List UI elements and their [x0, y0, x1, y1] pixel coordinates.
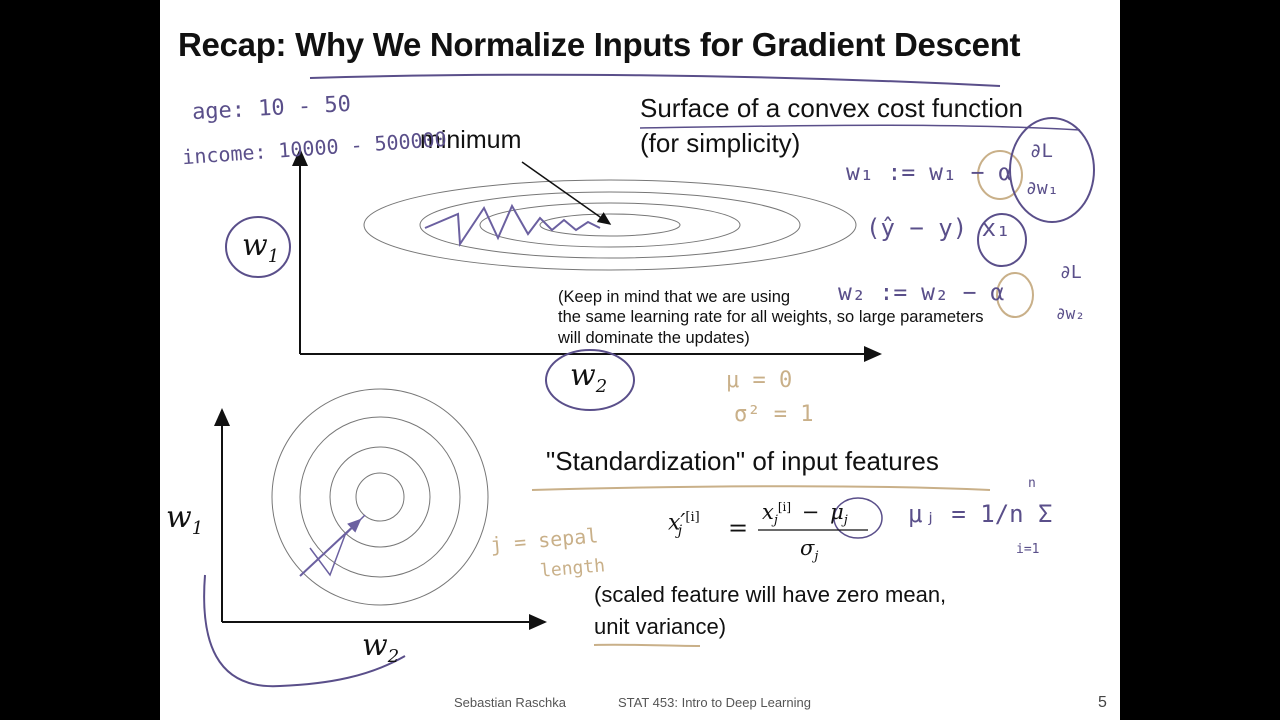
- bottom-y-axis-label: w1: [166, 500, 204, 539]
- formula-denominator: σj: [800, 536, 819, 565]
- hand-update-w1-num: ∂L: [1030, 140, 1053, 162]
- formula-lhs: x′[i]j: [668, 510, 700, 539]
- dL-circle: [1009, 117, 1095, 223]
- hand-sigma-one: σ² = 1: [734, 402, 814, 427]
- footer-author: Sebastian Raschka: [454, 695, 567, 710]
- zigzag-path-top: [424, 203, 601, 248]
- formula-numerator: xj[i] − μj: [762, 500, 848, 529]
- footer-course: STAT 453: Intro to Deep Learning: [618, 695, 811, 710]
- contour-ellipse-inner: [539, 213, 681, 237]
- contour-ellipse-2: [479, 202, 741, 248]
- standardization-heading: "Standardization" of input features: [546, 446, 939, 476]
- hand-update-w2-num: ∂L: [1060, 262, 1082, 283]
- hand-update-w1: w₁ := w₁ − α: [846, 160, 1013, 186]
- hand-update-w2: w₂ := w₂ − α: [838, 280, 1005, 306]
- hand-mu-zero: μ = 0: [726, 368, 793, 393]
- scaled-note-line2: unit variance): [594, 614, 727, 639]
- minimum-arrow: [521, 161, 612, 225]
- hand-mu-def: μⱼ = 1/n Σ: [908, 500, 1053, 528]
- surface-label-line2: (for simplicity): [640, 128, 801, 158]
- hand-update-mid: (ŷ − y) x₁: [866, 214, 1011, 242]
- contour-circle-2: [329, 446, 431, 548]
- surface-label-line1: Surface of a convex cost function: [640, 93, 1023, 123]
- top-y-axis-label: w1: [242, 228, 280, 267]
- contour-ellipse-outer: [363, 179, 857, 271]
- hand-update-w1-den: ∂w₁: [1026, 178, 1059, 199]
- note-line1: (Keep in mind that we are using: [558, 288, 791, 306]
- unit-variance-underline: [593, 643, 701, 647]
- hand-mu-def-bottom: i=1: [1016, 542, 1040, 557]
- note-line3: will dominate the updates): [558, 329, 750, 347]
- bottom-x-axis-label: w2: [362, 628, 400, 667]
- slide: Recap: Why We Normalize Inputs for Gradi…: [160, 0, 1120, 720]
- hand-mu-def-top: n: [1028, 476, 1036, 491]
- top-x-axis-label: w2: [570, 358, 608, 397]
- contour-ellipse-3: [419, 191, 801, 259]
- title-underline: [309, 73, 1001, 87]
- hand-update-w2-den: ∂w₂: [1056, 304, 1085, 323]
- page-number: 5: [1098, 694, 1107, 711]
- standardization-underline: [531, 485, 991, 491]
- note-line2: the same learning rate for all weights, …: [558, 308, 984, 326]
- contour-circle-inner: [355, 472, 405, 522]
- formula-equals: =: [728, 514, 749, 542]
- scaled-note-line1: (scaled feature will have zero mean,: [594, 582, 947, 607]
